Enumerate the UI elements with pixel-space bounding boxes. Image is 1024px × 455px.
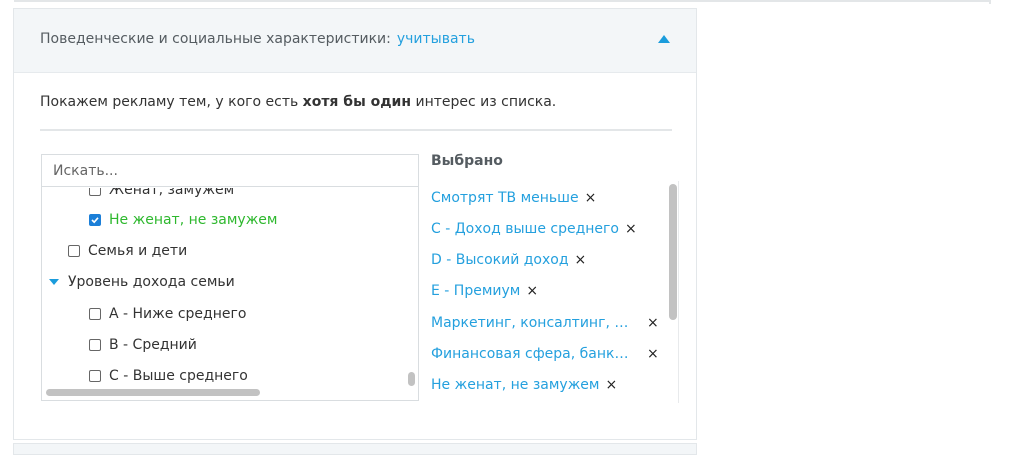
- desc-text-bold: хотя бы один: [302, 94, 412, 110]
- tree-item-label: Не женат, не замужем: [109, 212, 278, 228]
- previous-panel-border: [14, 0, 991, 2]
- tree-item-label: Женат, замужем: [109, 188, 235, 198]
- search-input[interactable]: [42, 155, 418, 187]
- panel-title: Поведенческие и социальные характеристик…: [40, 31, 475, 47]
- selected-item-label[interactable]: Не женат, не замужем: [431, 377, 599, 393]
- interest-tree[interactable]: Женат, замужем Не женат, не замужем Семь…: [42, 188, 418, 388]
- tree-group-family-income[interactable]: Уровень дохода семьи: [49, 271, 235, 293]
- selected-item: Финансовая сфера, банко... ×: [431, 343, 663, 365]
- panel-header[interactable]: Поведенческие и социальные характеристик…: [14, 9, 696, 73]
- remove-icon[interactable]: ×: [585, 191, 597, 205]
- tree-item-not-married[interactable]: Не женат, не замужем: [89, 209, 277, 231]
- checkbox-checked[interactable]: [89, 214, 101, 226]
- tree-vertical-scrollbar[interactable]: [408, 372, 415, 386]
- remove-icon[interactable]: ×: [647, 316, 659, 330]
- tree-item-label: B - Средний: [109, 337, 197, 353]
- selected-heading: Выбрано: [431, 153, 503, 169]
- tree-group-label: Уровень дохода семьи: [68, 274, 235, 290]
- selected-item: C - Доход выше среднего ×: [431, 218, 663, 240]
- tree-item-family-children[interactable]: Семья и дети: [68, 240, 187, 262]
- remove-icon[interactable]: ×: [647, 347, 659, 361]
- selected-item-label[interactable]: E - Премиум: [431, 283, 520, 299]
- tree-item-married[interactable]: Женат, замужем: [89, 188, 234, 201]
- selected-list: Смотрят ТВ меньше × C - Доход выше средн…: [431, 181, 677, 403]
- checkbox[interactable]: [89, 370, 101, 382]
- remove-icon[interactable]: ×: [575, 253, 587, 267]
- tree-item-income-a[interactable]: A - Ниже среднего: [89, 303, 246, 325]
- tree-item-income-b[interactable]: B - Средний: [89, 334, 197, 356]
- selected-item: Смотрят ТВ меньше ×: [431, 187, 663, 209]
- selected-vertical-scrollbar[interactable]: [669, 184, 677, 320]
- interest-tree-box: Женат, замужем Не женат, не замужем Семь…: [41, 154, 419, 401]
- panel-title-text: Поведенческие и социальные характеристик…: [40, 31, 391, 47]
- triangle-up-icon[interactable]: [657, 34, 671, 44]
- remove-icon[interactable]: ×: [605, 378, 617, 392]
- checkmark-icon: [91, 217, 99, 224]
- desc-text-after: интерес из списка.: [411, 94, 557, 110]
- selected-item: Маркетинг, консалтинг, р... ×: [431, 312, 663, 334]
- checkbox[interactable]: [89, 188, 101, 196]
- previous-panel-corner: [989, 0, 991, 4]
- tree-item-label: A - Ниже среднего: [109, 306, 247, 322]
- divider: [40, 129, 672, 131]
- targeting-panel: Поведенческие и социальные характеристик…: [13, 8, 697, 440]
- remove-icon[interactable]: ×: [526, 284, 538, 298]
- selected-item-label[interactable]: Финансовая сфера, банко...: [431, 346, 633, 362]
- selected-item-label[interactable]: D - Высокий доход: [431, 252, 569, 268]
- selected-item-label[interactable]: C - Доход выше среднего: [431, 221, 619, 237]
- selected-item: D - Высокий доход ×: [431, 249, 663, 271]
- next-panel-header[interactable]: [13, 443, 697, 455]
- selected-item: E - Премиум ×: [431, 280, 663, 302]
- desc-text-before: Покажем рекламу тем, у кого есть: [40, 94, 303, 110]
- tree-horizontal-scrollbar[interactable]: [46, 389, 260, 396]
- panel-status-link[interactable]: учитывать: [397, 31, 475, 47]
- checkbox[interactable]: [89, 339, 101, 351]
- checkbox[interactable]: [68, 245, 80, 257]
- tree-item-income-c[interactable]: C - Выше среднего: [89, 365, 248, 387]
- tree-item-label: Семья и дети: [88, 243, 188, 259]
- targeting-description: Покажем рекламу тем, у кого есть хотя бы…: [40, 94, 556, 110]
- selected-item: Не женат, не замужем ×: [431, 374, 663, 396]
- tree-item-label: C - Выше среднего: [109, 368, 248, 384]
- selected-scroll-track: [678, 181, 679, 403]
- checkbox[interactable]: [89, 308, 101, 320]
- expand-caret-icon[interactable]: [49, 279, 59, 285]
- selected-item-label[interactable]: Маркетинг, консалтинг, р...: [431, 315, 633, 331]
- selected-item-label[interactable]: Смотрят ТВ меньше: [431, 190, 579, 206]
- remove-icon[interactable]: ×: [625, 222, 637, 236]
